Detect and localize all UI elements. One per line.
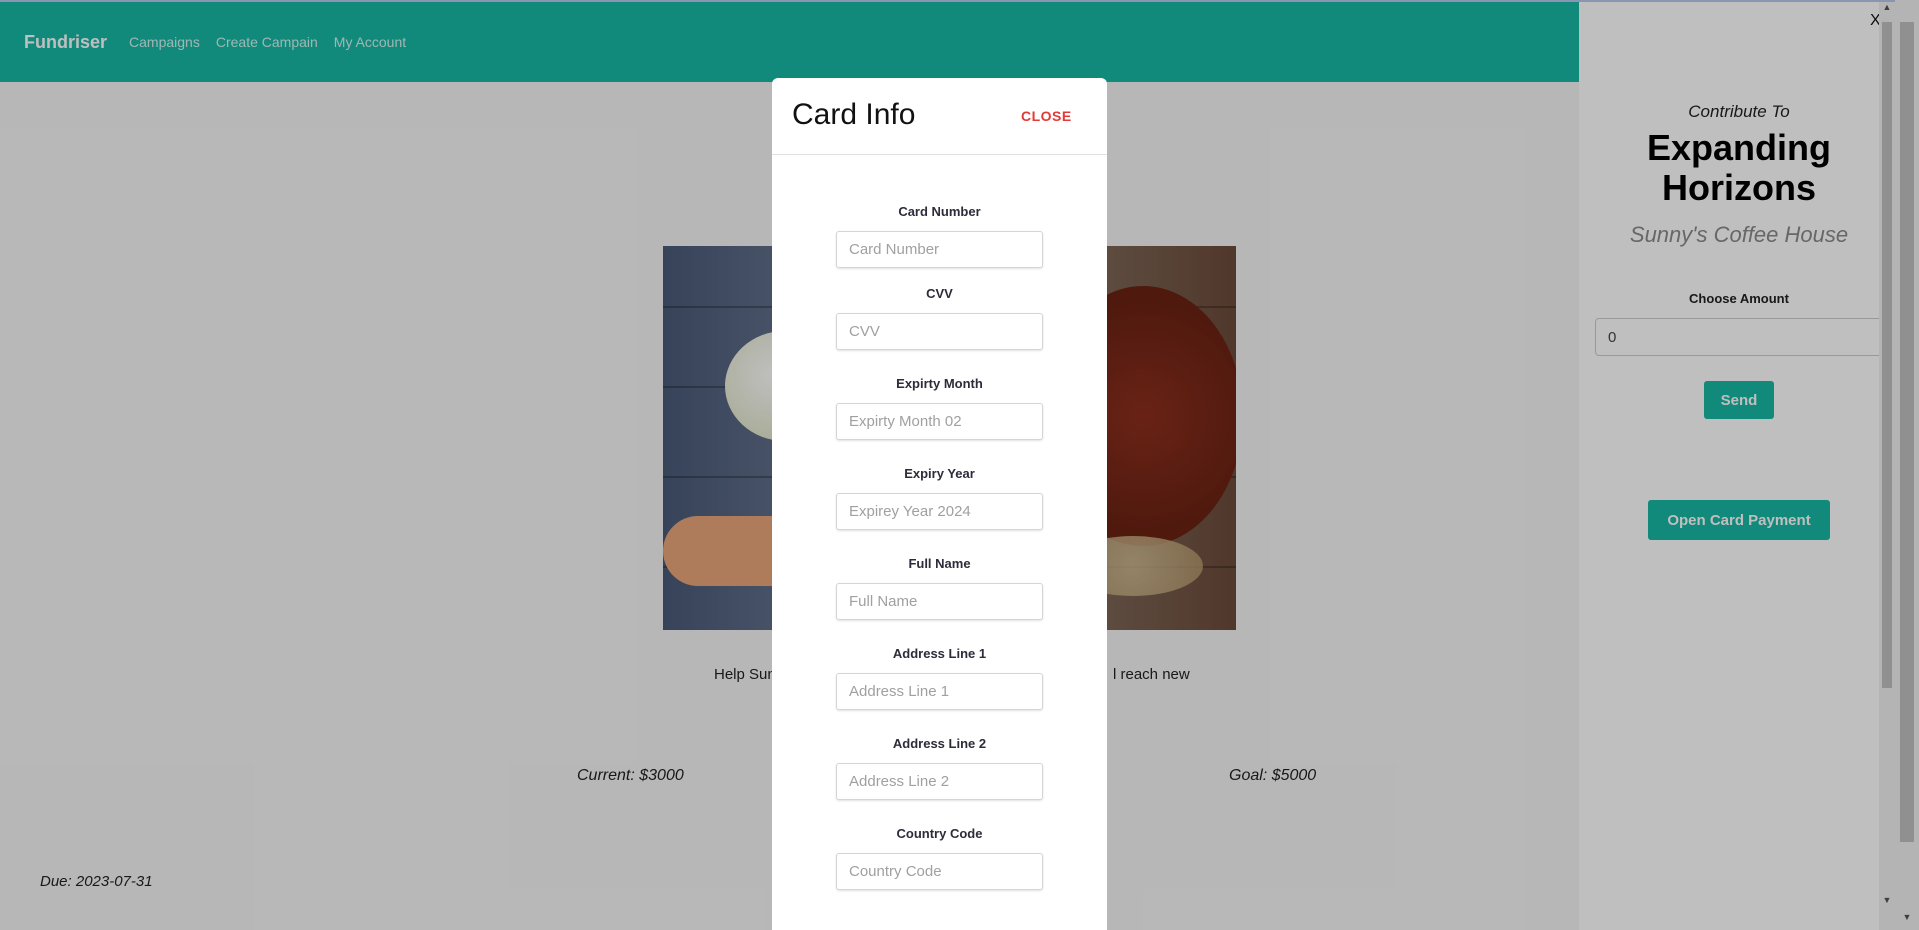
address-line-1-label: Address Line 1: [892, 646, 987, 661]
full-name-label: Full Name: [908, 556, 971, 571]
modal-close-button[interactable]: CLOSE: [1021, 108, 1072, 124]
country-code-label: Country Code: [896, 826, 983, 841]
expiry-year-input[interactable]: [836, 493, 1043, 530]
address-line-1-input[interactable]: [836, 673, 1043, 710]
full-name-input[interactable]: [836, 583, 1043, 620]
expiry-month-label: Expirty Month: [896, 376, 983, 391]
address-line-2-input[interactable]: [836, 763, 1043, 800]
expiry-month-input[interactable]: [836, 403, 1043, 440]
modal-title: Card Info: [792, 98, 916, 131]
cvv-input[interactable]: [836, 313, 1043, 350]
address-line-2-label: Address Line 2: [892, 736, 987, 751]
card-number-input[interactable]: [836, 231, 1043, 268]
card-info-modal: Card Info CLOSE Card Number CVV Expirty …: [772, 78, 1107, 930]
modal-header: Card Info CLOSE: [772, 78, 1107, 155]
cvv-label: CVV: [926, 286, 953, 301]
card-number-label: Card Number: [898, 204, 981, 219]
expiry-year-label: Expiry Year: [904, 466, 975, 481]
country-code-input[interactable]: [836, 853, 1043, 890]
